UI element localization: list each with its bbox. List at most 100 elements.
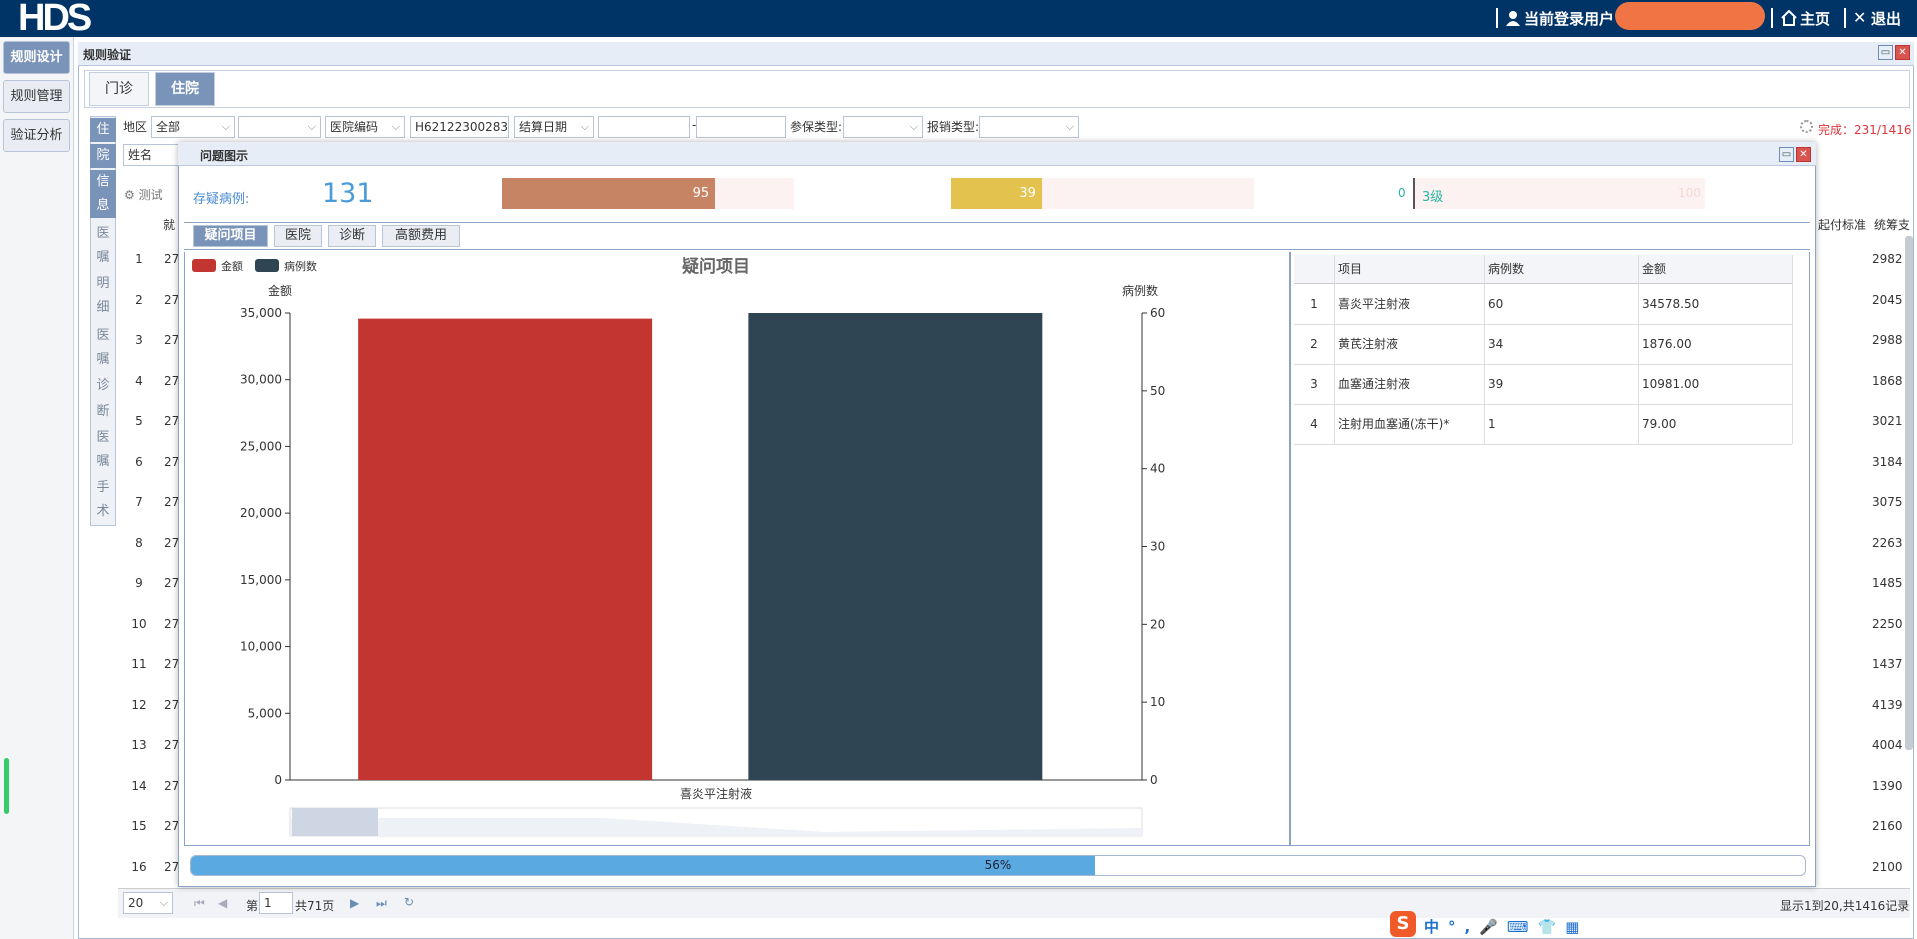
y2-tick-label: 50 [1150,384,1165,398]
toolbar-test-button[interactable]: ⚙ 测试 [124,186,163,203]
name-field[interactable]: 姓名 [123,144,179,166]
region-select[interactable]: 全部 ⌵ [151,116,235,138]
last-page-icon[interactable]: ⏭ [376,896,387,911]
ime-toolbar-icons[interactable]: 中°,🎤⌨👕▦ [1424,916,1588,937]
end-date-input[interactable] [696,116,786,138]
row-cell-right: 1485 [1872,576,1903,590]
divider [1496,8,1498,28]
settle-date-select[interactable]: 结算日期 ⌵ [514,116,594,138]
y-tick-label: 15,000 [240,573,282,587]
row-cell: 27 [164,535,180,550]
insurance-type-select[interactable]: ⌵ [843,116,923,138]
legend-swatch[interactable] [192,259,216,272]
hospital-code-select[interactable]: 医院编码 ⌵ [325,116,405,138]
restore-icon[interactable]: ▭ [1878,45,1893,60]
side-section-char: 院 [90,144,116,168]
bar-chart: 疑问项目金额 病例数05,00010,00015,00020,00025,0003… [192,256,1165,837]
start-date-input[interactable] [598,116,690,138]
table-cell-cases: 34 [1488,337,1504,351]
close-icon[interactable]: ✕ [1796,147,1811,162]
next-page-icon[interactable]: ▶ [350,896,359,910]
claim-type-select[interactable]: ⌵ [979,116,1079,138]
page-size-select[interactable]: 20 ⌵ [123,892,173,914]
row-cell: 27 [164,819,180,833]
minimize-icon[interactable]: ▭ [1779,147,1794,162]
divider [1844,8,1846,28]
progress-status: 完成：231/1416 [1818,123,1912,137]
nav-rule-management[interactable]: 规则管理 [3,80,70,113]
side-section-char[interactable]: 医 [90,324,116,348]
row-number: 1 [135,252,143,266]
table-cell-item[interactable]: 黄芪注射液 [1338,324,1398,364]
row-number: 8 [135,535,143,550]
row-number: 3 [135,333,143,347]
side-section-char[interactable]: 医 [90,222,116,246]
zoom-slider-handle[interactable] [292,808,378,836]
nav-validation-analysis[interactable]: 验证分析 [3,119,70,152]
close-icon[interactable]: ✕ [1853,8,1866,27]
ime-logo-icon[interactable]: S [1390,911,1416,937]
suspicious-cases-label: 存疑病例: [193,192,250,207]
home-icon[interactable] [1781,9,1797,26]
tab-diagnosis[interactable]: 诊断 [328,225,376,247]
row-cell-right: 2100 [1872,859,1903,874]
table-cell-cases: 1 [1488,417,1496,431]
tab-inpatient[interactable]: 住院 [155,72,215,106]
tab-outpatient[interactable]: 门诊 [89,72,149,106]
side-section-char[interactable]: 住 [90,118,116,142]
level3-bar-track [1415,178,1705,209]
loading-icon [1800,120,1813,133]
close-icon[interactable]: ✕ [1895,45,1910,60]
level2-bar: 39 [951,178,1042,209]
row-cell: 27 [164,778,180,793]
table-cell-amount: 10981.00 [1642,377,1700,391]
table-cell-item[interactable]: 注射用血塞通(冻干)* [1338,404,1449,444]
y2-tick-label: 30 [1150,540,1165,554]
side-section-char: 诊 [96,378,110,393]
table-cell-item[interactable]: 血塞通注射液 [1338,364,1410,404]
legend-swatch[interactable] [255,259,279,272]
bar-amount[interactable] [358,318,653,780]
row-cell: 27 [164,333,180,347]
table-row-index: 2 [1310,337,1318,351]
prev-page-icon[interactable]: ◀ [218,896,227,910]
home-link[interactable]: 主页 [1800,8,1830,29]
table-header-row [1294,255,1792,284]
first-page-icon[interactable]: ⏮ [194,896,205,911]
refresh-icon[interactable]: ↻ [404,895,414,909]
grid-col-header: 起付标准 [1818,218,1867,232]
panel-title: 规则验证 [83,48,132,62]
row-cell-right: 2250 [1872,616,1903,631]
logout-link[interactable]: 退出 [1871,8,1901,29]
row-cell-right: 3184 [1872,454,1903,469]
table-cell-item[interactable]: 喜炎平注射液 [1338,284,1410,324]
nav-rule-design[interactable]: 规则设计 [3,41,70,74]
row-number: 5 [135,414,143,428]
row-cell: 27 [164,454,180,469]
hospital-code-input[interactable]: H62122300283 [410,116,509,138]
table-header-cell: 项目 [1338,262,1363,276]
claim-type-label: 报销类型: [927,120,980,134]
row-cell-right: 2045 [1872,292,1903,307]
divider [1771,8,1773,28]
subregion-select[interactable]: ⌵ [238,116,321,138]
row-cell-right: 3075 [1872,495,1903,509]
row-number: 9 [135,576,143,590]
side-section-char[interactable]: 医 [90,426,116,450]
table-cell-amount: 34578.50 [1642,297,1700,311]
row-cell-right: 2982 [1872,252,1903,266]
row-cell-right: 1390 [1872,778,1903,793]
y-tick-label: 5,000 [248,706,282,720]
bar-cases[interactable] [748,313,1043,780]
scrollbar[interactable] [1905,236,1913,750]
page-input[interactable]: 1 [259,892,293,914]
y-tick-label: 35,000 [240,306,282,320]
chart-title: 疑问项目 [682,256,750,277]
table-cell-amount: 1876.00 [1642,337,1692,351]
table-cell-cases: 39 [1488,377,1504,391]
tab-high-cost[interactable]: 高额费用 [382,225,460,247]
dialog-header [178,142,1816,166]
tab-question-items[interactable]: 疑问项目 [193,225,268,247]
tab-hospital[interactable]: 医院 [274,225,322,247]
pager-summary: 显示1到20,共1416记录 [1780,899,1910,913]
